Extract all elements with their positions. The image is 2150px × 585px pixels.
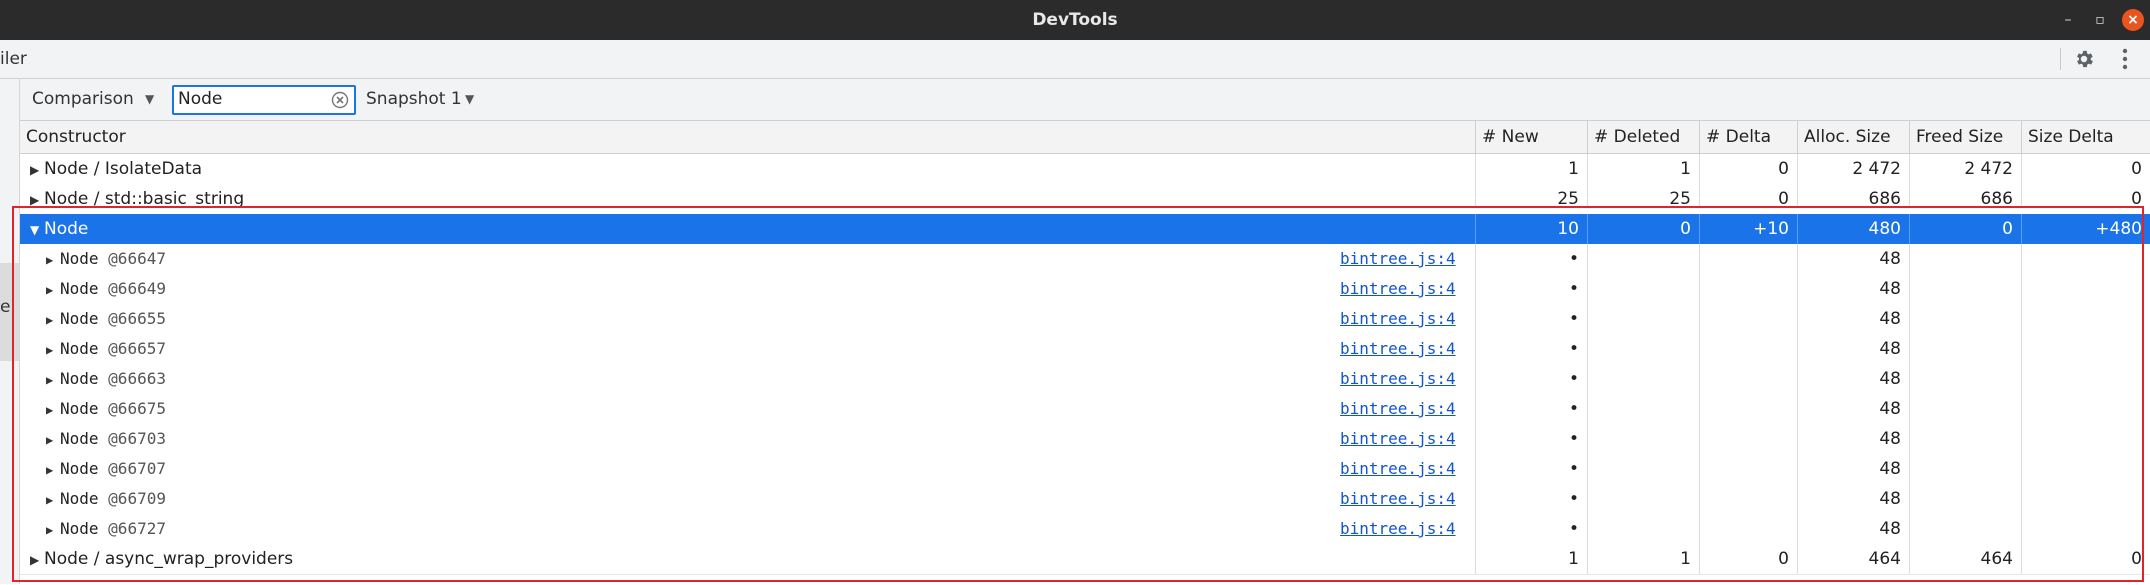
list-item[interactable]: ▶ Node @66727 bintree.js:4 • 48 [20, 514, 2150, 544]
list-item[interactable]: ▶ Node @66657 bintree.js:4 • 48 [20, 334, 2150, 364]
triangle-right-icon[interactable]: ▶ [46, 365, 60, 394]
triangle-right-icon[interactable]: ▶ [46, 335, 60, 364]
source-link[interactable]: bintree.js:4 [1340, 484, 1456, 514]
kebab-icon[interactable] [2120, 47, 2130, 71]
triangle-right-icon[interactable]: ▶ [30, 545, 44, 574]
col-deleted[interactable]: # Deleted [1587, 121, 1699, 153]
window-title: DevTools [1032, 10, 1118, 30]
source-link[interactable]: bintree.js:4 [1340, 454, 1456, 484]
comparison-grid: Constructor # New # Deleted # Delta Allo… [20, 121, 2150, 584]
triangle-right-icon[interactable]: ▶ [46, 485, 60, 514]
source-link[interactable]: bintree.js:4 [1340, 304, 1456, 334]
list-item[interactable]: ▶ Node @66649 bintree.js:4 • 48 [20, 274, 2150, 304]
panel-tab-profiler[interactable]: iler [0, 40, 27, 78]
table-row [20, 574, 2150, 585]
list-item[interactable]: ▶ Node @66703 bintree.js:4 • 48 [20, 424, 2150, 454]
triangle-right-icon[interactable]: ▶ [46, 455, 60, 484]
source-link[interactable]: bintree.js:4 [1340, 244, 1456, 274]
source-link[interactable]: bintree.js:4 [1340, 514, 1456, 544]
window-titlebar: DevTools – ▫ × [0, 0, 2150, 40]
table-row[interactable]: ▶ Node / std::basic_string 25 25 0 686 68… [20, 184, 2150, 206]
source-link[interactable]: bintree.js:4 [1340, 334, 1456, 364]
col-size-delta[interactable]: Size Delta [2021, 121, 2150, 153]
list-item[interactable]: ▶ Node @66709 bintree.js:4 • 48 [20, 484, 2150, 514]
close-button[interactable]: × [2122, 9, 2144, 31]
list-item[interactable]: ▶ Node @66663 bintree.js:4 • 48 [20, 364, 2150, 394]
col-delta[interactable]: # Delta [1699, 121, 1797, 153]
list-item[interactable]: ▶ Node @66675 bintree.js:4 • 48 [20, 394, 2150, 424]
class-filter-input[interactable] [178, 88, 318, 110]
clear-circle-icon[interactable] [331, 91, 349, 109]
list-item[interactable]: ▶ Node @66655 bintree.js:4 • 48 [20, 304, 2150, 334]
source-link[interactable]: bintree.js:4 [1340, 364, 1456, 394]
triangle-right-icon[interactable]: ▶ [46, 515, 60, 544]
chevron-down-icon[interactable]: ▼ [145, 79, 154, 120]
restore-button[interactable]: ▫ [2090, 10, 2110, 30]
triangle-right-icon[interactable]: ▶ [46, 395, 60, 424]
triangle-right-icon[interactable]: ▶ [46, 275, 60, 304]
toolbar-divider [2060, 48, 2061, 70]
gear-icon[interactable] [2073, 48, 2095, 70]
table-row[interactable]: ▶ Node / async_wrap_providers 1 1 0 464 4… [20, 544, 2150, 574]
col-freed-size[interactable]: Freed Size [1909, 121, 2021, 153]
col-alloc-size[interactable]: Alloc. Size [1797, 121, 1909, 153]
panel-tabbar: iler [0, 40, 2150, 79]
source-link[interactable]: bintree.js:4 [1340, 424, 1456, 454]
table-row[interactable]: ▶ Node / IsolateData 1 1 0 2 472 2 472 0 [20, 154, 2150, 184]
list-item[interactable]: ▶ Node @66647 bintree.js:4 • 48 [20, 244, 2150, 274]
triangle-right-icon[interactable]: ▶ [30, 185, 44, 206]
chevron-down-icon[interactable]: ▼ [465, 79, 474, 120]
list-item[interactable]: ▶ Node @66707 bintree.js:4 • 48 [20, 454, 2150, 484]
source-link[interactable]: bintree.js:4 [1340, 274, 1456, 304]
class-filter-field[interactable] [172, 85, 356, 115]
triangle-down-icon[interactable]: ▼ [30, 215, 44, 244]
view-select[interactable]: Comparison [32, 79, 134, 120]
triangle-right-icon[interactable]: ▶ [46, 305, 60, 334]
triangle-right-icon[interactable]: ▶ [46, 245, 60, 274]
triangle-right-icon[interactable]: ▶ [30, 155, 44, 184]
grid-header: Constructor # New # Deleted # Delta Allo… [20, 121, 2150, 154]
selected-row-node[interactable]: ▼ Node 10 0 +10 480 0 +480 [20, 214, 2150, 244]
col-new[interactable]: # New [1475, 121, 1587, 153]
sidebar-selected-item[interactable]: e [0, 263, 19, 361]
minimize-button[interactable]: – [2058, 10, 2078, 30]
profiles-sidebar: e [0, 79, 20, 584]
col-constructor[interactable]: Constructor [20, 121, 1475, 153]
snapshot-select[interactable]: Snapshot 1 [366, 79, 462, 120]
heap-toolbar: Comparison ▼ Snapshot 1 ▼ [20, 79, 2150, 121]
sidebar-item-label: e [0, 297, 11, 317]
triangle-right-icon[interactable]: ▶ [46, 425, 60, 454]
source-link[interactable]: bintree.js:4 [1340, 394, 1456, 424]
